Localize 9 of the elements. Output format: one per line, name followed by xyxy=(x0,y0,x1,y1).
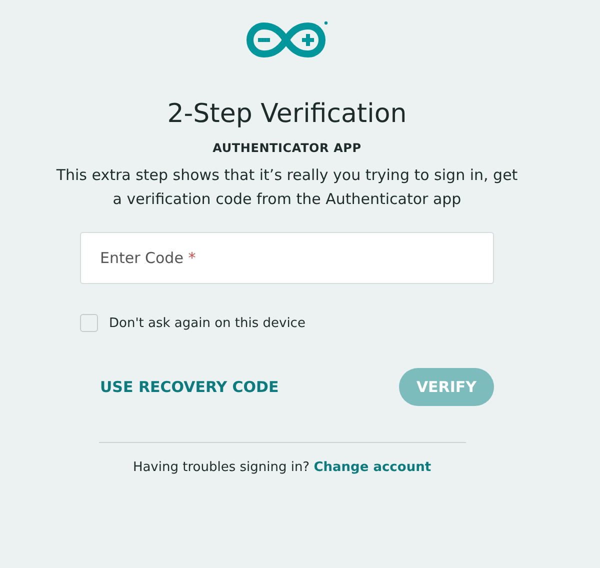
page-title: 2-Step Verification xyxy=(167,98,407,131)
checkbox[interactable] xyxy=(80,314,98,332)
change-account-link[interactable]: Change account xyxy=(314,460,432,475)
description: This extra step shows that it’s really you trying to sign in, get a verification code from the Authenticator app xyxy=(55,165,519,210)
footer-text: Having troubles signing in? Change account xyxy=(132,460,432,475)
subtitle: AUTHENTICATOR APP xyxy=(212,141,362,155)
recovery-code-link[interactable]: USE RECOVERY CODE xyxy=(100,378,279,396)
code-field[interactable]: Enter Code * xyxy=(80,232,494,284)
checkbox-label[interactable]: Don't ask again on this device xyxy=(109,316,306,330)
